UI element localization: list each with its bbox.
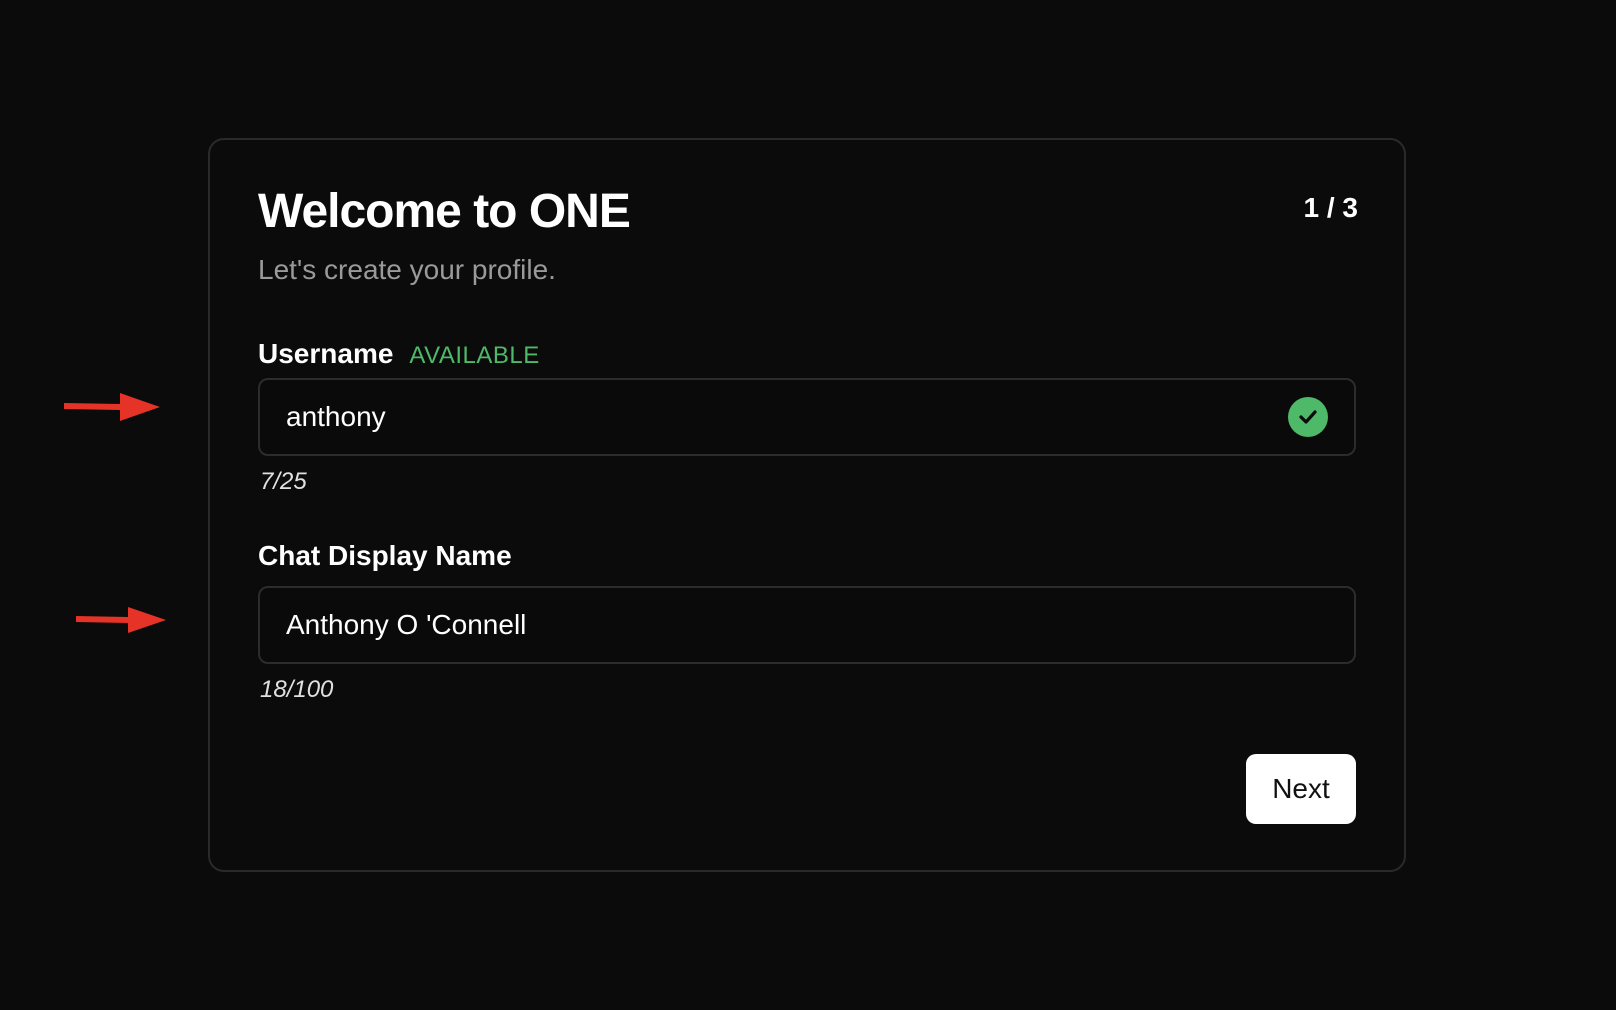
page: Welcome to ONE 1 / 3 Let's create your p… bbox=[0, 0, 1616, 1010]
display-name-input-value[interactable]: Anthony O 'Connell bbox=[286, 609, 1328, 641]
display-name-label-row: Chat Display Name bbox=[258, 540, 512, 572]
checkmark-icon bbox=[1299, 410, 1317, 424]
onboarding-card: Welcome to ONE 1 / 3 Let's create your p… bbox=[208, 138, 1406, 872]
red-arrow-icon bbox=[64, 393, 160, 421]
username-input[interactable]: anthony bbox=[258, 378, 1356, 456]
step-indicator: 1 / 3 bbox=[1303, 192, 1358, 223]
display-name-label: Chat Display Name bbox=[258, 540, 512, 571]
username-input-value[interactable]: anthony bbox=[286, 401, 1288, 433]
username-char-counter: 7/25 bbox=[260, 468, 307, 495]
check-circle-icon bbox=[1288, 397, 1328, 437]
page-title: Welcome to ONE bbox=[258, 185, 631, 238]
display-name-input[interactable]: Anthony O 'Connell bbox=[258, 586, 1356, 664]
username-status-badge: AVAILABLE bbox=[409, 342, 540, 369]
username-label-row: Username AVAILABLE bbox=[258, 338, 540, 370]
username-label: Username bbox=[258, 338, 394, 369]
next-button[interactable]: Next bbox=[1246, 754, 1356, 824]
display-name-char-counter: 18/100 bbox=[260, 676, 334, 703]
red-arrow-icon bbox=[76, 607, 166, 633]
page-subtitle: Let's create your profile. bbox=[258, 254, 556, 285]
